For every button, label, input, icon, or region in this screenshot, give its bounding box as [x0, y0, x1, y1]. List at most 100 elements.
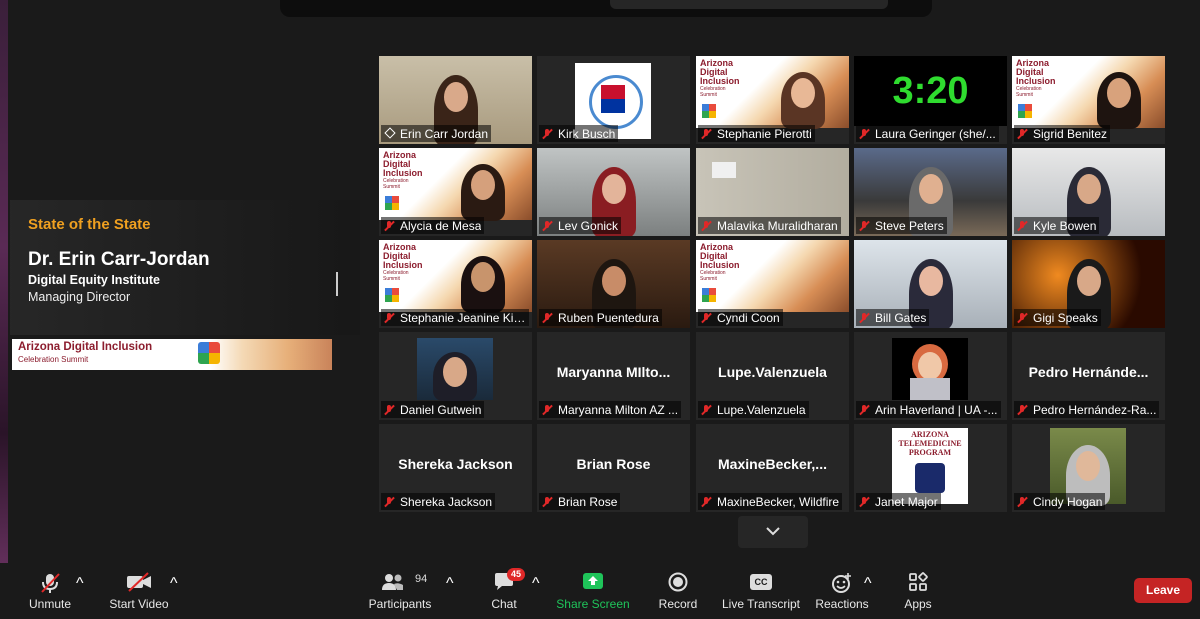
participant-name: Lupe.Valenzuela: [717, 402, 806, 417]
reactions-button[interactable]: Reactions: [814, 563, 870, 619]
participant-tile[interactable]: Daniel Gutwein: [379, 332, 532, 420]
camera-off-icon: [126, 572, 152, 597]
participant-display-name: Maryanna MIlto...: [556, 364, 671, 380]
participant-name: Stephanie Pierotti: [717, 126, 812, 141]
participant-tile[interactable]: Steve Peters: [854, 148, 1007, 236]
share-screen-button[interactable]: Share Screen: [556, 563, 630, 619]
participant-tile[interactable]: ARIZONA TELEMEDICINE PROGRAM Janet Major: [854, 424, 1007, 512]
participant-tile[interactable]: Arizona Digital Inclusion Celebration Summit…: [696, 56, 849, 144]
top-bar-pill: [610, 0, 888, 9]
participant-name: Steve Peters: [875, 218, 944, 233]
participant-tile[interactable]: Erin Carr Jordan: [379, 56, 532, 144]
microphone-muted-icon: [858, 404, 870, 416]
person-face: [471, 169, 495, 200]
participant-tile[interactable]: Arizona Digital Inclusion Celebration Summit…: [379, 240, 532, 328]
participant-name-label: Shereka Jackson: [381, 493, 496, 510]
countdown-timer: 3:20: [854, 56, 1007, 126]
participant-tile[interactable]: Lupe.Valenzuela Lupe.Valenzuela: [696, 332, 849, 420]
microphone-muted-icon: [1016, 312, 1028, 324]
microphone-muted-icon: [858, 220, 870, 232]
participant-name-label: Stephanie Pierotti: [698, 125, 815, 142]
participant-name: Cyndi Coon: [717, 310, 780, 325]
reactions-options-caret[interactable]: ^: [864, 575, 872, 593]
slide-title: Arizona Digital Inclusion: [700, 242, 740, 270]
participants-button[interactable]: 94 Participants: [367, 563, 433, 619]
participant-tile[interactable]: MaxineBecker,... MaxineBecker, Wildfire: [696, 424, 849, 512]
participant-tile[interactable]: Lev Gonick: [537, 148, 690, 236]
presenter-organization: Digital Equity Institute: [28, 273, 160, 287]
divider: [336, 272, 338, 296]
microphone-muted-icon: [39, 572, 61, 599]
participant-tile[interactable]: Arizona Digital Inclusion Celebration Summit…: [696, 240, 849, 328]
participant-tile[interactable]: Shereka Jackson Shereka Jackson: [379, 424, 532, 512]
participant-tile[interactable]: Malavika Muralidharan: [696, 148, 849, 236]
participant-name-label: Maryanna Milton AZ ...: [539, 401, 682, 418]
microphone-muted-icon: [700, 404, 712, 416]
live-transcript-label: Live Transcript: [721, 597, 801, 611]
participant-name-label: Pedro Hernández-Ra...: [1014, 401, 1160, 418]
person-face: [790, 77, 815, 108]
participant-display-name: Lupe.Valenzuela: [718, 364, 827, 380]
participant-display-name: Pedro Hernánde...: [1028, 364, 1149, 380]
microphone-muted-icon: [383, 496, 395, 508]
record-button[interactable]: Record: [652, 563, 704, 619]
live-transcript-button[interactable]: CC Live Transcript: [720, 563, 802, 619]
summit-logo: [702, 104, 716, 118]
next-page-button[interactable]: [738, 516, 808, 548]
reactions-label: Reactions: [815, 597, 869, 611]
participant-name-label: Malavika Muralidharan: [698, 217, 841, 234]
microphone-muted-icon: [700, 128, 712, 140]
participant-tile[interactable]: Kirk Busch: [537, 56, 690, 144]
participant-tile[interactable]: Brian Rose Brian Rose: [537, 424, 690, 512]
participant-name: Daniel Gutwein: [400, 402, 482, 417]
unmute-button[interactable]: Unmute: [20, 563, 80, 619]
person-face: [918, 266, 943, 297]
presenter-card: State of the State Dr. Erin Carr-Jordan …: [10, 200, 360, 335]
slide-subtitle: Celebration Summit: [1016, 86, 1042, 98]
person-face: [601, 266, 626, 297]
microphone-muted-icon: [541, 312, 553, 324]
participant-tile[interactable]: Gigi Speaks: [1012, 240, 1165, 328]
participant-tile[interactable]: Pedro Hernánde... Pedro Hernández-Ra...: [1012, 332, 1165, 420]
apps-label: Apps: [904, 597, 932, 611]
participant-tile[interactable]: Arizona Digital Inclusion Celebration Summit…: [1012, 56, 1165, 144]
participant-name-label: Ruben Puentedura: [539, 309, 662, 326]
participant-tile[interactable]: Maryanna MIlto... Maryanna Milton AZ ...: [537, 332, 690, 420]
person-face: [471, 261, 495, 292]
microphone-muted-icon: [541, 128, 553, 140]
participant-display-name: Shereka Jackson: [398, 456, 513, 472]
start-video-button[interactable]: Start Video: [106, 563, 172, 619]
participant-tile[interactable]: Cindy Hogan: [1012, 424, 1165, 512]
participant-video: [434, 240, 532, 314]
participant-name: Lev Gonick: [558, 218, 619, 233]
participants-label: Participants: [368, 597, 432, 611]
chat-button[interactable]: 45 Chat: [484, 563, 526, 619]
participant-tile[interactable]: Kyle Bowen: [1012, 148, 1165, 236]
participant-name-label: Lev Gonick: [539, 217, 622, 234]
audio-options-caret[interactable]: ^: [76, 575, 84, 593]
slide-subtitle: Celebration Summit: [700, 270, 726, 282]
microphone-muted-icon: [858, 496, 870, 508]
microphone-muted-icon: [1016, 404, 1028, 416]
microphone-muted-icon: [541, 404, 553, 416]
chat-options-caret[interactable]: ^: [532, 575, 540, 593]
person-face: [443, 356, 467, 387]
slide-title: Arizona Digital Inclusion: [1016, 58, 1056, 86]
participant-tile[interactable]: Ruben Puentedura: [537, 240, 690, 328]
participant-tile[interactable]: 3:20 Laura Geringer (she/...: [854, 56, 1007, 144]
leave-button[interactable]: Leave: [1134, 578, 1192, 603]
participant-tile[interactable]: Arizona Digital Inclusion Celebration Summit…: [379, 148, 532, 236]
video-options-caret[interactable]: ^: [170, 575, 178, 593]
microphone-muted-icon: [700, 312, 712, 324]
participant-name: Sigrid Benitez: [1033, 126, 1108, 141]
participants-options-caret[interactable]: ^: [446, 575, 454, 593]
unmute-label: Unmute: [28, 597, 72, 611]
participant-tile[interactable]: Bill Gates: [854, 240, 1007, 328]
person-face: [443, 82, 468, 113]
slide-subtitle: Celebration Summit: [383, 270, 409, 282]
participant-name-label: Bill Gates: [856, 309, 930, 326]
slide-subtitle: Celebration Summit: [700, 86, 726, 98]
slide-subtitle: Celebration Summit: [383, 178, 409, 190]
apps-button[interactable]: Apps: [898, 563, 938, 619]
participant-tile[interactable]: Arin Haverland | UA -...: [854, 332, 1007, 420]
